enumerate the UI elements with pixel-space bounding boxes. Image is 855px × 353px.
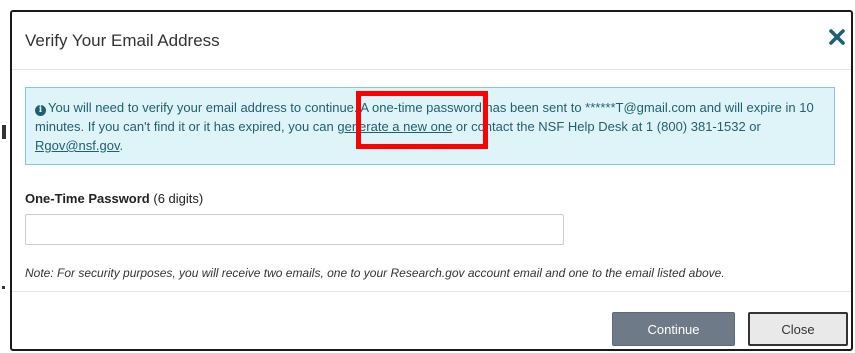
footer-divider <box>12 291 851 292</box>
close-icon[interactable] <box>827 27 847 47</box>
alert-text-part-2: or contact the NSF Help Desk at 1 (800) … <box>452 119 761 134</box>
otp-input[interactable] <box>25 214 564 245</box>
background-fragment <box>2 286 5 289</box>
continue-button[interactable]: Continue <box>612 312 735 346</box>
info-icon: i <box>35 105 46 116</box>
dialog-header: Verify Your Email Address <box>12 12 851 70</box>
background-fragment <box>2 125 6 139</box>
info-alert: i You will need to verify your email addr… <box>25 87 835 165</box>
security-note: Note: For security purposes, you will re… <box>25 266 725 280</box>
verify-email-dialog: Verify Your Email Address i You will need… <box>10 10 853 351</box>
otp-field-label: One-Time Password (6 digits) <box>25 191 203 206</box>
generate-new-password-link[interactable]: generate a new one <box>337 119 452 134</box>
dialog-title: Verify Your Email Address <box>25 31 220 50</box>
close-button[interactable]: Close <box>748 312 848 346</box>
otp-label-text: One-Time Password <box>25 191 150 206</box>
alert-text-part-3: . <box>119 138 124 153</box>
otp-label-hint: (6 digits) <box>153 191 204 206</box>
helpdesk-email-link[interactable]: Rgov@nsf.gov <box>35 138 120 153</box>
